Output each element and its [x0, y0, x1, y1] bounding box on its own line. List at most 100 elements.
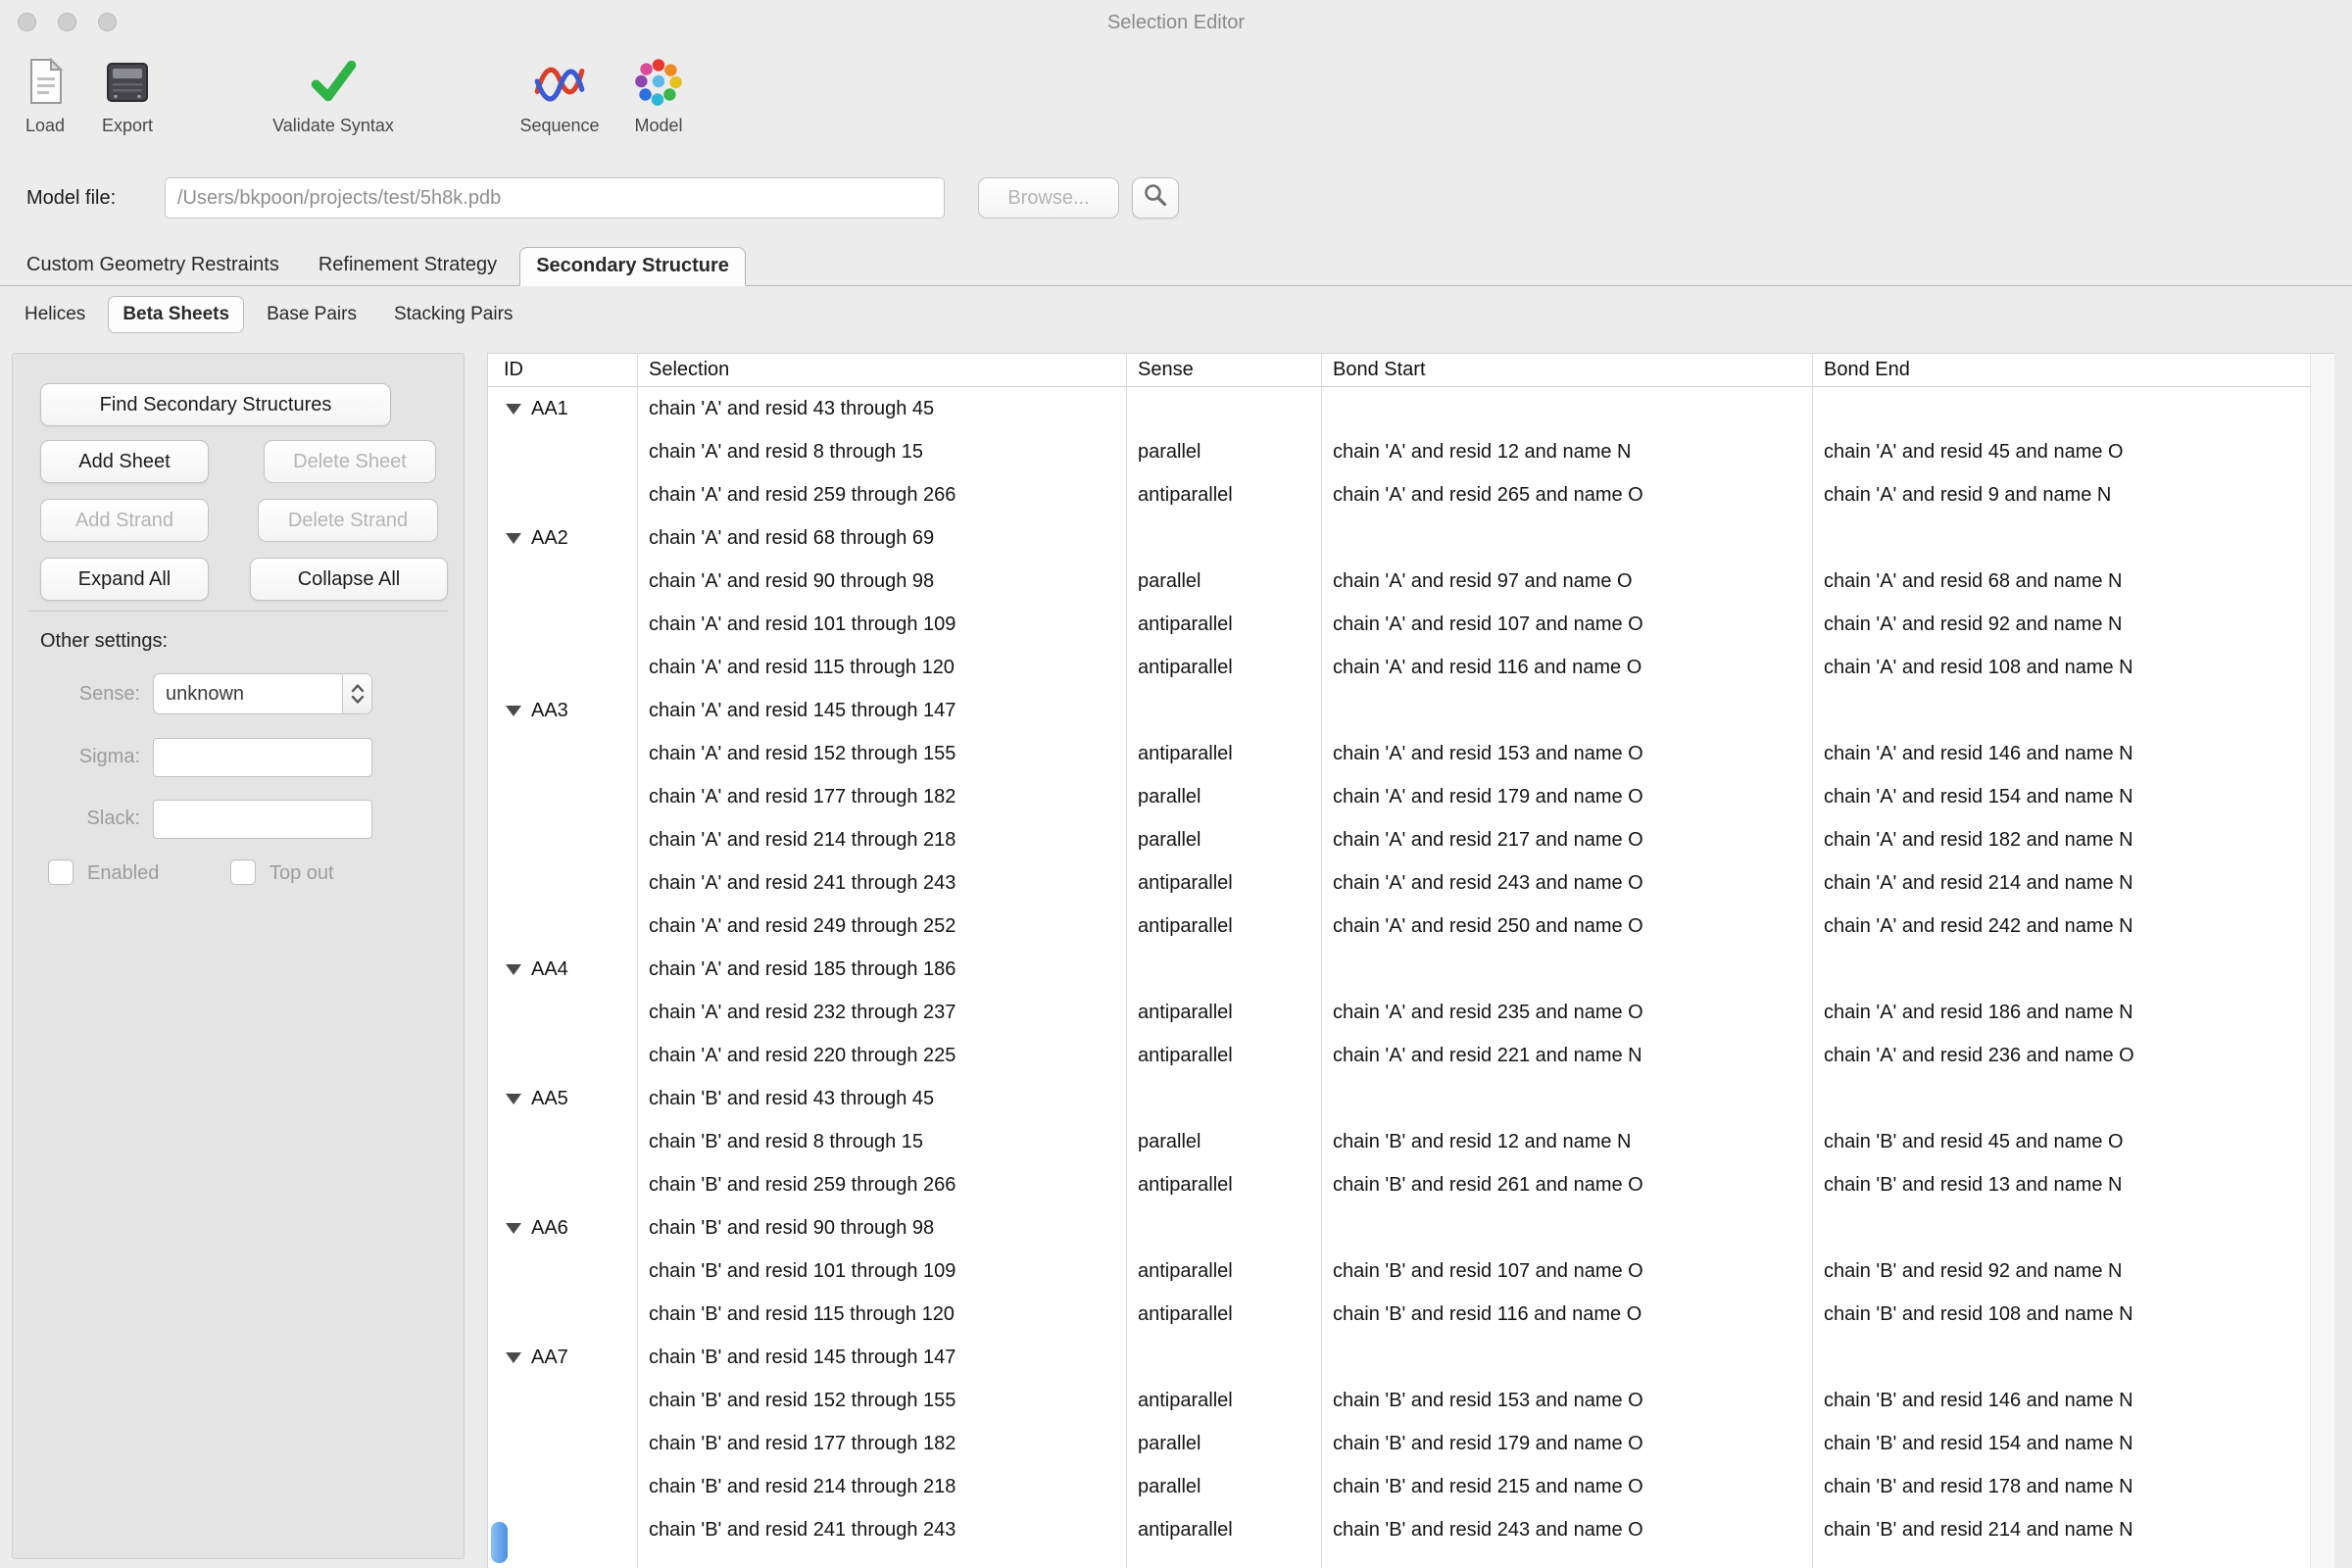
table-row[interactable]: chain 'A' and resid 152 through 155 anti… — [488, 732, 2334, 775]
expander-triangle-icon[interactable] — [506, 706, 521, 716]
table-row[interactable]: chain 'B' and resid 152 through 155 anti… — [488, 1379, 2334, 1422]
row-selection: chain 'B' and resid 115 through 120 — [637, 1303, 1126, 1326]
table-row[interactable]: AA1 chain 'A' and resid 43 through 45 — [488, 387, 2334, 430]
validate-syntax-button[interactable]: Validate Syntax — [245, 49, 421, 136]
row-id: AA2 — [531, 527, 568, 550]
row-id-cell — [488, 576, 637, 587]
table-row[interactable]: AA6 chain 'B' and resid 90 through 98 — [488, 1206, 2334, 1250]
load-button[interactable]: Load — [6, 49, 84, 136]
minimize-button[interactable] — [58, 13, 76, 31]
row-sense: parallel — [1126, 1476, 1321, 1498]
sub-tab[interactable]: Stacking Pairs — [379, 296, 527, 333]
sequence-button[interactable]: Sequence — [506, 49, 613, 136]
main-tab[interactable]: Refinement Strategy — [302, 246, 514, 285]
row-sense: antiparallel — [1126, 915, 1321, 938]
expander-triangle-icon[interactable] — [506, 1352, 521, 1363]
table-row[interactable]: chain 'B' and resid 241 through 243 anti… — [488, 1508, 2334, 1551]
column-header-selection[interactable]: Selection — [637, 359, 1126, 381]
table-row[interactable]: chain 'A' and resid 220 through 225 anti… — [488, 1034, 2334, 1077]
zoom-button[interactable] — [98, 13, 117, 31]
table-row[interactable]: chain 'B' and resid 259 through 266 anti… — [488, 1163, 2334, 1206]
table-row[interactable]: chain 'A' and resid 101 through 109 anti… — [488, 603, 2334, 646]
slack-input[interactable] — [153, 800, 372, 839]
row-bond-start: chain 'B' and resid 261 and name O — [1321, 1174, 1812, 1197]
row-id: AA1 — [531, 398, 568, 420]
table-row[interactable]: chain 'A' and resid 177 through 182 para… — [488, 775, 2334, 818]
expander-triangle-icon[interactable] — [506, 404, 521, 415]
sigma-input[interactable] — [153, 738, 372, 777]
sub-tab[interactable]: Beta Sheets — [108, 296, 244, 333]
sub-tab[interactable]: Base Pairs — [252, 296, 371, 333]
row-id-cell: AA4 — [488, 958, 637, 981]
expander-triangle-icon[interactable] — [506, 964, 521, 975]
table-row[interactable]: chain 'B' and resid 101 through 109 anti… — [488, 1250, 2334, 1293]
row-bond-end: chain 'B' and resid 108 and name N — [1812, 1303, 2311, 1326]
table-row[interactable]: AA2 chain 'A' and resid 68 through 69 — [488, 516, 2334, 560]
expand-all-button[interactable]: Expand All — [40, 558, 209, 601]
search-button[interactable] — [1132, 177, 1179, 219]
checkmark-icon — [305, 49, 362, 114]
row-bond-start: chain 'A' and resid 217 and name O — [1321, 829, 1812, 852]
table-row[interactable]: AA7 chain 'B' and resid 145 through 147 — [488, 1336, 2334, 1379]
slack-label: Slack: — [30, 808, 140, 830]
sub-tabs: Helices Beta Sheets Base Pairs Stacking … — [0, 292, 2352, 337]
add-sheet-button[interactable]: Add Sheet — [40, 440, 209, 483]
export-button[interactable]: Export — [88, 49, 167, 136]
table-row[interactable]: chain 'A' and resid 232 through 237 anti… — [488, 991, 2334, 1034]
table-row[interactable]: AA3 chain 'A' and resid 145 through 147 — [488, 689, 2334, 732]
table-row[interactable]: chain 'A' and resid 115 through 120 anti… — [488, 646, 2334, 689]
table-row[interactable]: chain 'A' and resid 241 through 243 anti… — [488, 861, 2334, 905]
top-out-checkbox-label: Top out — [270, 862, 334, 885]
sub-tab[interactable]: Helices — [10, 296, 100, 333]
row-bond-end: chain 'A' and resid 146 and name N — [1812, 743, 2311, 765]
table-row[interactable]: AA4 chain 'A' and resid 185 through 186 — [488, 948, 2334, 991]
table-header: ID Selection Sense Bond Start Bond End — [488, 354, 2334, 387]
row-id: AA7 — [531, 1347, 568, 1369]
row-bond-start: chain 'A' and resid 265 and name O — [1321, 484, 1812, 507]
document-icon — [18, 49, 73, 114]
row-selection: chain 'A' and resid 220 through 225 — [637, 1045, 1126, 1067]
row-sense: parallel — [1126, 1131, 1321, 1153]
table-row[interactable]: chain 'B' and resid 177 through 182 para… — [488, 1422, 2334, 1465]
delete-sheet-button: Delete Sheet — [264, 440, 436, 483]
vertical-scrollbar[interactable] — [2310, 354, 2334, 1568]
table-row[interactable]: chain 'A' and resid 90 through 98 parall… — [488, 560, 2334, 603]
model-button[interactable]: Model — [619, 49, 698, 136]
model-file-input[interactable] — [165, 177, 945, 219]
magnifier-icon — [1143, 182, 1168, 214]
find-secondary-structures-button[interactable]: Find Secondary Structures — [40, 383, 391, 426]
table-row[interactable]: chain 'A' and resid 249 through 252 anti… — [488, 905, 2334, 948]
column-header-id[interactable]: ID — [488, 359, 637, 381]
column-header-sense[interactable]: Sense — [1126, 359, 1321, 381]
row-sense: antiparallel — [1126, 657, 1321, 679]
table-row[interactable]: chain 'A' and resid 8 through 15 paralle… — [488, 430, 2334, 473]
row-id-cell — [488, 792, 637, 803]
table-row[interactable]: chain 'A' and resid 259 through 266 anti… — [488, 473, 2334, 516]
main-tab[interactable]: Custom Geometry Restraints — [10, 246, 296, 285]
row-bond-start: chain 'A' and resid 243 and name O — [1321, 872, 1812, 895]
row-bond-end: chain 'A' and resid 214 and name N — [1812, 872, 2311, 895]
close-button[interactable] — [18, 13, 36, 31]
table-row[interactable]: chain 'B' and resid 115 through 120 anti… — [488, 1293, 2334, 1336]
table-row[interactable]: chain 'A' and resid 214 through 218 para… — [488, 818, 2334, 861]
table-row[interactable]: AA5 chain 'B' and resid 43 through 45 — [488, 1077, 2334, 1120]
expander-triangle-icon[interactable] — [506, 1223, 521, 1234]
row-selection: chain 'B' and resid 152 through 155 — [637, 1390, 1126, 1412]
row-sense: antiparallel — [1126, 1303, 1321, 1326]
scrollbar-thumb[interactable] — [491, 1522, 508, 1563]
drive-icon — [100, 49, 155, 114]
stepper-arrows-icon[interactable] — [342, 674, 371, 713]
main-tab[interactable]: Secondary Structure — [519, 247, 746, 286]
table-row[interactable]: chain 'B' and resid 8 through 15 paralle… — [488, 1120, 2334, 1163]
expander-triangle-icon[interactable] — [506, 1094, 521, 1104]
row-bond-start: chain 'A' and resid 179 and name O — [1321, 786, 1812, 808]
collapse-all-button[interactable]: Collapse All — [250, 558, 448, 601]
table-row[interactable]: chain 'B' and resid 214 through 218 para… — [488, 1465, 2334, 1508]
sense-dropdown[interactable]: unknown — [153, 673, 372, 714]
row-id-cell — [488, 662, 637, 673]
row-id-cell: AA5 — [488, 1088, 637, 1110]
column-header-bond-start[interactable]: Bond Start — [1321, 359, 1812, 381]
column-header-bond-end[interactable]: Bond End — [1812, 359, 2311, 381]
row-id-cell — [488, 1439, 637, 1449]
expander-triangle-icon[interactable] — [506, 533, 521, 544]
